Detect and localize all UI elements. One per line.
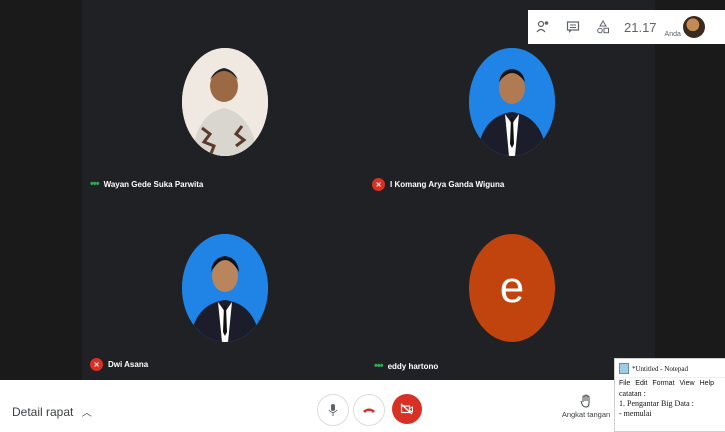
participant-tile[interactable]: ✕ Dwi Asana [82, 206, 362, 376]
self-label: Anda [664, 31, 681, 38]
participant-photo [469, 48, 555, 156]
notepad-menubar: File Edit Format View Help [615, 378, 725, 389]
participant-tile[interactable]: e ••• eddy hartono [366, 206, 646, 376]
microphone-icon [328, 404, 338, 416]
clock-time: 21.17 [624, 19, 657, 35]
microphone-button[interactable] [317, 394, 349, 426]
hand-icon [580, 394, 590, 408]
notepad-window[interactable]: *Untitled - Notepad File Edit Format Vie… [614, 358, 725, 432]
participant-tile[interactable]: ✕ I Komang Arya Ganda Wiguna [366, 30, 646, 200]
mic-muted-icon: ✕ [90, 358, 103, 371]
speaking-indicator-icon: ••• [374, 360, 384, 372]
chevron-up-icon: ︿ [81, 408, 92, 419]
participant-name: I Komang Arya Ganda Wiguna [390, 180, 505, 189]
participant-name-row: ••• Wayan Gede Suka Parwita [90, 178, 203, 190]
participant-initial-avatar: e [469, 234, 555, 342]
speaking-indicator-icon: ••• [90, 178, 100, 190]
avatar-initial: e [499, 263, 525, 312]
menu-edit[interactable]: Edit [635, 380, 647, 387]
top-right-toolbar: 21.17 Anda [528, 10, 725, 44]
participant-name-row: ✕ I Komang Arya Ganda Wiguna [372, 178, 504, 191]
participant-name: Dwi Asana [108, 360, 149, 369]
participant-photo [182, 48, 268, 156]
notepad-title: *Untitled - Notepad [632, 364, 688, 373]
menu-format[interactable]: Format [652, 380, 674, 387]
menu-view[interactable]: View [680, 380, 695, 387]
raise-hand-button[interactable]: Angkat tangan [560, 394, 612, 419]
self-avatar[interactable] [682, 16, 705, 38]
phone-hangup-icon [363, 408, 375, 413]
participant-name: eddy hartono [387, 361, 439, 371]
right-panel [655, 0, 725, 380]
participant-name-row: ✕ Dwi Asana [90, 358, 148, 371]
meeting-details-label: Detail rapat [12, 405, 74, 419]
menu-file[interactable]: File [619, 380, 630, 387]
people-icon[interactable] [528, 20, 558, 34]
notepad-titlebar[interactable]: *Untitled - Notepad [615, 359, 725, 378]
left-panel [0, 0, 82, 380]
notepad-icon [619, 363, 629, 374]
meeting-stage: ••• Wayan Gede Suka Parwita ✕ I Komang A… [0, 0, 725, 380]
meeting-details-button[interactable]: Detail rapat ︿ [12, 404, 92, 419]
menu-help[interactable]: Help [700, 380, 714, 387]
mic-muted-icon: ✕ [372, 178, 385, 191]
notepad-text-area[interactable]: catatan : 1. Pengantar Big Data : - memu… [615, 389, 725, 419]
participant-tile[interactable]: ••• Wayan Gede Suka Parwita [82, 30, 362, 200]
camera-button[interactable] [392, 394, 422, 424]
end-call-button[interactable] [353, 394, 385, 426]
camera-off-icon [400, 403, 413, 415]
participant-name: Wayan Gede Suka Parwita [103, 179, 204, 189]
activities-icon[interactable] [588, 20, 618, 34]
chat-icon[interactable] [558, 20, 588, 34]
raise-hand-label: Angkat tangan [561, 410, 611, 419]
participant-photo [182, 234, 268, 342]
participant-name-row: ••• eddy hartono [374, 360, 438, 372]
